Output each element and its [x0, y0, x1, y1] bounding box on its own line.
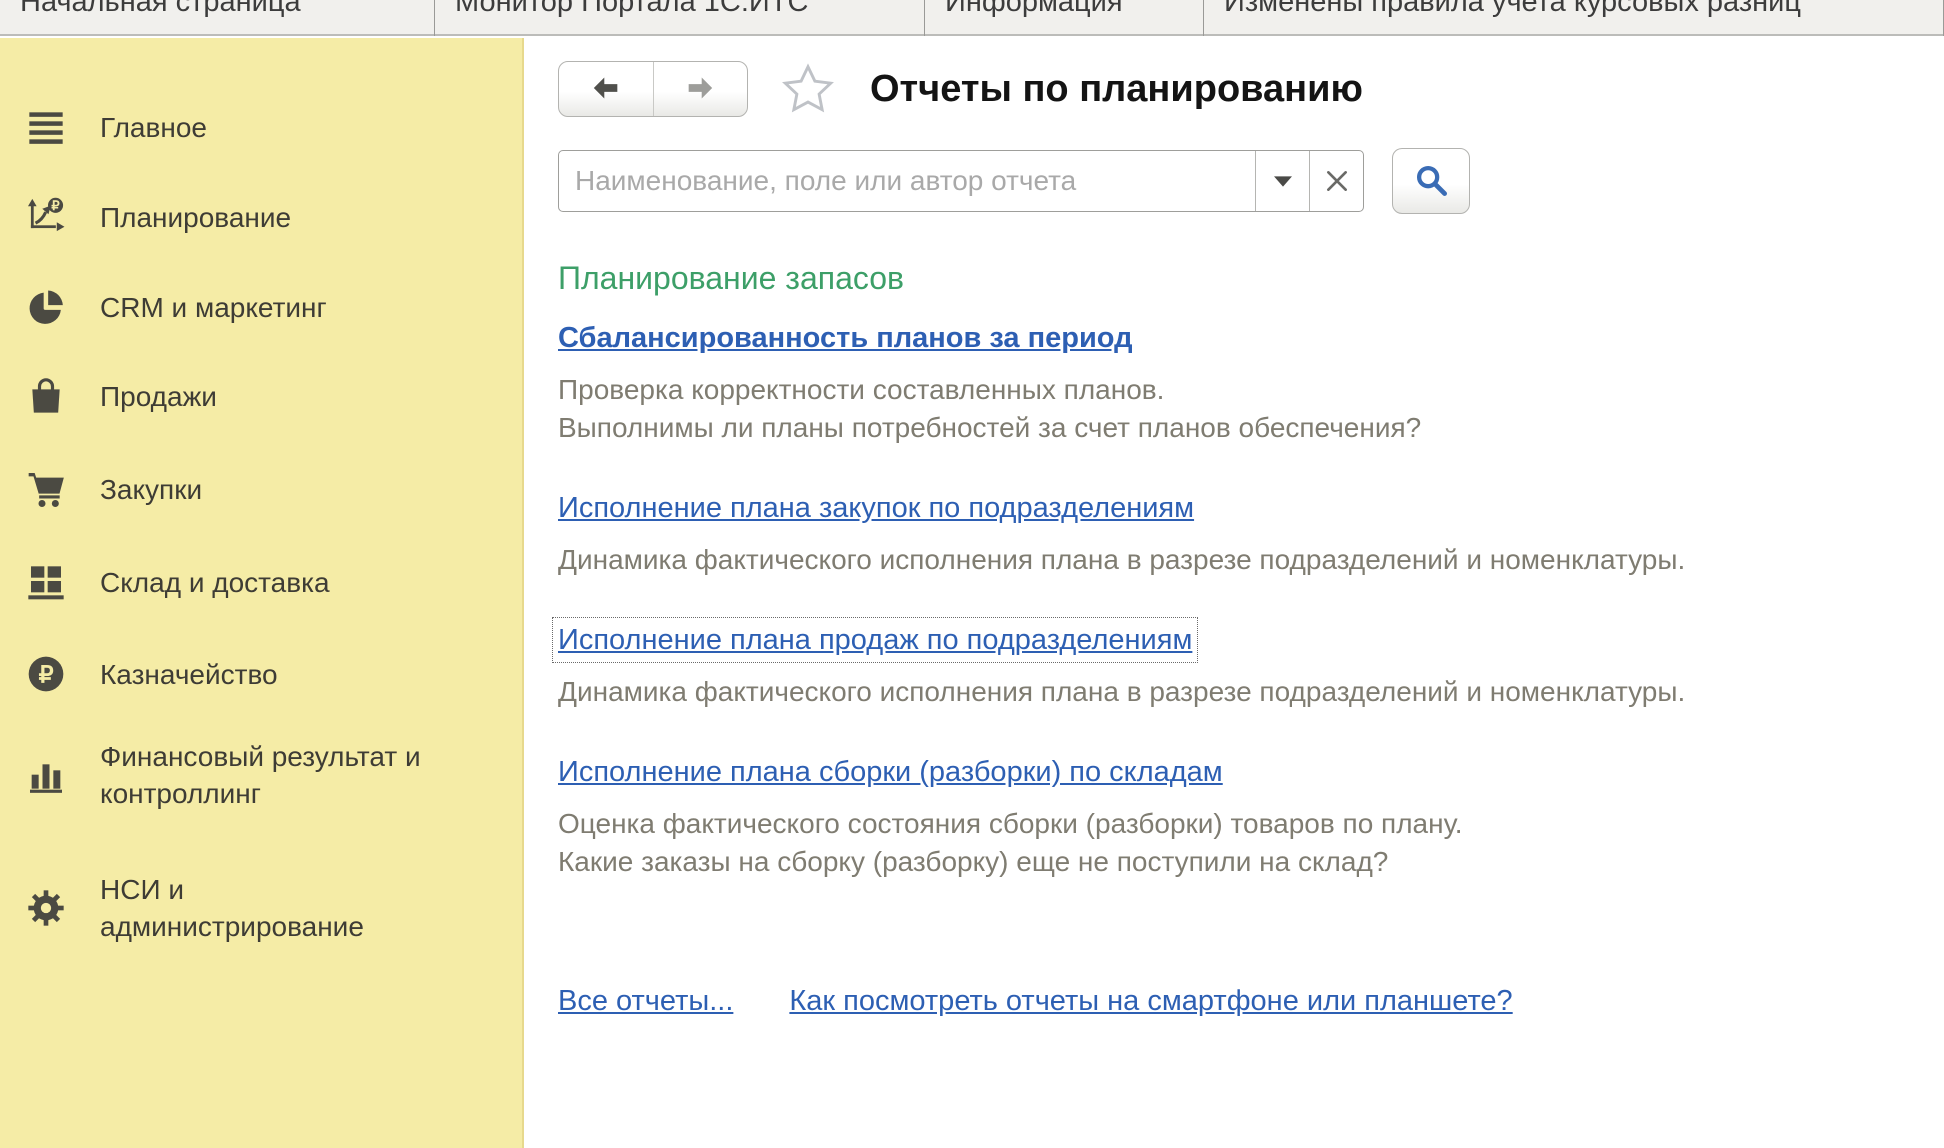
report-description: Динамика фактического исполнения плана в…: [558, 541, 1908, 579]
sidebar-item-financial-result[interactable]: Финансовый результат и контроллинг: [26, 738, 496, 812]
report-description: Оценка фактического состояния сборки (ра…: [558, 805, 1908, 881]
tab-label: Изменены правила учета курсовых разниц: [1224, 0, 1801, 19]
report-entry-assembly-plan-execution: Исполнение плана сборки (разборки) по ск…: [558, 755, 1944, 881]
report-description-line: Проверка корректности составленных плано…: [558, 371, 1908, 409]
sidebar-item-warehouse-delivery[interactable]: Склад и доставка: [26, 562, 496, 602]
svg-text:₽: ₽: [39, 661, 54, 687]
report-link-sales-plan-execution[interactable]: Исполнение плана продаж по подразделения…: [558, 623, 1192, 657]
search-row: [558, 150, 1944, 212]
sidebar-item-crm-marketing[interactable]: CRM и маркетинг: [26, 287, 496, 327]
sidebar-item-label: Продажи: [100, 378, 217, 415]
report-description: Динамика фактического исполнения плана в…: [558, 673, 1908, 711]
back-button[interactable]: [559, 62, 654, 116]
report-description: Проверка корректности составленных плано…: [558, 371, 1908, 447]
sidebar-item-label: Главное: [100, 109, 207, 146]
main-panel: Отчеты по планированию Планирование запа…: [526, 38, 1944, 1148]
magnifier-icon: [1412, 161, 1450, 202]
tab-label: Начальная страница: [20, 0, 301, 19]
sidebar-item-label: Финансовый результат и контроллинг: [100, 738, 435, 812]
sidebar-item-label: Закупки: [100, 471, 202, 508]
tab-its-portal-monitor[interactable]: Монитор Портала 1С:ИТС: [435, 0, 925, 36]
planning-chart-icon: ₽: [26, 197, 66, 237]
report-entry-balance-of-plans: Сбалансированность планов за период Прове…: [558, 321, 1944, 447]
tab-label: Информация: [945, 0, 1123, 19]
search-clear-button[interactable]: [1309, 151, 1363, 211]
page-title: Отчеты по планированию: [870, 68, 1363, 111]
report-entry-purchase-plan-execution: Исполнение плана закупок по подразделени…: [558, 491, 1944, 579]
report-link-assembly-plan-execution[interactable]: Исполнение плана сборки (разборки) по ск…: [558, 755, 1223, 789]
sidebar-item-treasury[interactable]: ₽ Казначейство: [26, 654, 496, 694]
tab-bar: Начальная страница Монитор Портала 1С:ИТС…: [0, 0, 1944, 36]
sidebar-item-label: Склад и доставка: [100, 564, 330, 601]
header-row: Отчеты по планированию: [558, 60, 1944, 118]
report-link-purchase-plan-execution[interactable]: Исполнение плана закупок по подразделени…: [558, 491, 1194, 525]
arrow-right-icon: [683, 71, 717, 108]
x-mark-icon: [1326, 170, 1348, 192]
history-nav-group: [558, 61, 748, 117]
report-description-line: Динамика фактического исполнения плана в…: [558, 541, 1908, 579]
ruble-coin-icon: ₽: [26, 654, 66, 694]
sidebar-item-label: Планирование: [100, 199, 291, 236]
report-entry-sales-plan-execution: Исполнение плана продаж по подразделения…: [558, 623, 1944, 711]
reports-list: Сбалансированность планов за период Прове…: [558, 321, 1944, 881]
bar-chart-icon: [26, 755, 66, 795]
sidebar-item-purchases[interactable]: Закупки: [26, 469, 496, 509]
tab-home-page[interactable]: Начальная страница: [0, 0, 435, 36]
sidebar-item-label: Казначейство: [100, 656, 278, 693]
mobile-help-link[interactable]: Как посмотреть отчеты на смартфоне или п…: [789, 985, 1512, 1018]
report-description-line: Выполнимы ли планы потребностей за счет …: [558, 409, 1908, 447]
arrow-left-icon: [589, 71, 623, 108]
section-title: Планирование запасов: [558, 260, 1944, 297]
menu-icon: [26, 107, 66, 147]
report-search-box: [558, 150, 1364, 212]
pie-chart-icon: [26, 287, 66, 327]
tab-information[interactable]: Информация: [925, 0, 1204, 36]
sections-sidebar: Главное ₽ Планирование CRM и маркетинг Прода…: [0, 38, 524, 1148]
search-button[interactable]: [1392, 148, 1470, 214]
tab-label: Монитор Портала 1С:ИТС: [455, 0, 808, 19]
svg-text:₽: ₽: [51, 198, 60, 213]
footer-links: Все отчеты... Как посмотреть отчеты на с…: [558, 985, 1944, 1018]
sidebar-item-sales[interactable]: Продажи: [26, 376, 496, 416]
all-reports-link[interactable]: Все отчеты...: [558, 985, 733, 1018]
report-description-line: Динамика фактического исполнения плана в…: [558, 673, 1908, 711]
sidebar-item-main[interactable]: Главное: [26, 107, 496, 147]
sidebar-item-label: НСИ и администрирование: [100, 871, 435, 945]
cart-icon: [26, 469, 66, 509]
search-input[interactable]: [559, 151, 1255, 211]
favorite-star-icon[interactable]: [778, 59, 838, 119]
warehouse-icon: [26, 562, 66, 602]
search-dropdown-button[interactable]: [1255, 151, 1309, 211]
report-link-balance-of-plans[interactable]: Сбалансированность планов за период: [558, 321, 1133, 355]
forward-button[interactable]: [654, 62, 748, 116]
app-window: Начальная страница Монитор Портала 1С:ИТС…: [0, 0, 1944, 1148]
report-description-line: Какие заказы на сборку (разборку) еще не…: [558, 843, 1908, 881]
tab-currency-rules-news[interactable]: Изменены правила учета курсовых разниц: [1204, 0, 1944, 36]
report-description-line: Оценка фактического состояния сборки (ра…: [558, 805, 1908, 843]
sidebar-item-planning[interactable]: ₽ Планирование: [26, 197, 496, 237]
sidebar-item-label: CRM и маркетинг: [100, 289, 327, 326]
shopping-bag-icon: [26, 376, 66, 416]
sidebar-item-nsi-administration[interactable]: НСИ и администрирование: [26, 871, 496, 945]
caret-down-icon: [1274, 176, 1292, 187]
gear-icon: [26, 888, 66, 928]
